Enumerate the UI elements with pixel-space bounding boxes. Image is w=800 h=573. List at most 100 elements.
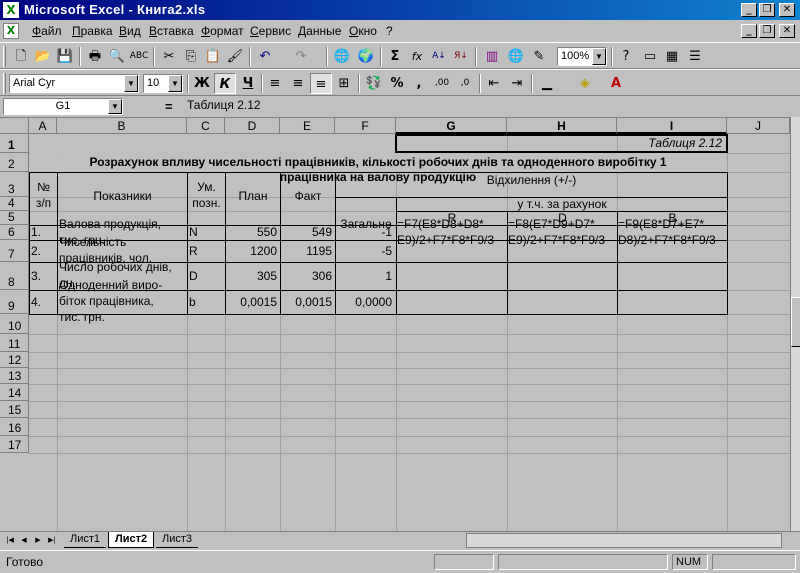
print-icon[interactable]: 🖶 bbox=[84, 46, 106, 67]
align-right-icon[interactable]: ≡ bbox=[310, 73, 332, 94]
decrease-indent-icon[interactable]: ⇤ bbox=[483, 73, 505, 94]
total-value[interactable]: -5 bbox=[336, 244, 392, 259]
table-caption[interactable]: Таблиця 2.12 bbox=[400, 136, 722, 151]
paste-icon[interactable]: 📋 bbox=[202, 46, 224, 67]
sheet-tab-2-active[interactable]: Лист2 bbox=[108, 532, 155, 548]
vertical-scrollbar[interactable] bbox=[790, 117, 800, 531]
autosum-icon[interactable]: Σ bbox=[384, 46, 406, 67]
row-header[interactable]: 3 bbox=[0, 172, 29, 197]
chevron-down-icon[interactable]: ▼ bbox=[124, 75, 138, 92]
table-title-line1[interactable]: Розрахунок впливу чисельності працівникі… bbox=[30, 155, 726, 171]
row-header[interactable]: 17 bbox=[0, 436, 29, 453]
row-header[interactable]: 10 bbox=[0, 314, 29, 334]
plan-value[interactable]: 1200 bbox=[226, 244, 277, 259]
hdr-fact[interactable]: Факт bbox=[281, 189, 335, 204]
fact-value[interactable]: 306 bbox=[281, 269, 332, 284]
function-icon[interactable]: fx bbox=[406, 46, 428, 67]
zoom-select[interactable]: 100% ▼ bbox=[557, 47, 607, 66]
select-all-corner[interactable] bbox=[0, 118, 29, 134]
hdr-including[interactable]: у т.ч. за рахунок bbox=[397, 197, 727, 212]
formula-d[interactable]: =F8(E7*D9+D7* bbox=[508, 217, 617, 233]
total-value[interactable]: 1 bbox=[336, 269, 392, 284]
sheet-tab-1[interactable]: Лист1 bbox=[64, 532, 107, 548]
hdr-deviation[interactable]: Відхилення (+/-) bbox=[336, 173, 727, 188]
sort-descending-icon[interactable]: Я↓ bbox=[450, 46, 472, 67]
formula-d[interactable]: E9)/2+F7*F8*F9/3 bbox=[508, 233, 617, 249]
doc-restore-button[interactable]: ❐ bbox=[759, 24, 775, 38]
format-painter-icon[interactable]: 🖌 bbox=[224, 46, 246, 67]
column-header[interactable]: F bbox=[335, 118, 396, 134]
row-header[interactable]: 14 bbox=[0, 384, 29, 401]
name-box[interactable]: G1 ▼ bbox=[3, 98, 123, 115]
menu-insert[interactable]: Вставка bbox=[149, 24, 194, 38]
hdr-num[interactable]: № bbox=[30, 180, 57, 195]
indicator-name[interactable]: біток працівника, bbox=[59, 294, 186, 310]
symbol[interactable]: b bbox=[189, 295, 224, 310]
column-header[interactable]: J bbox=[727, 118, 790, 134]
indicator-name[interactable]: Число робочих днів, bbox=[59, 260, 186, 276]
menu-format[interactable]: Формат bbox=[201, 24, 244, 38]
bold-button[interactable]: Ж bbox=[191, 73, 213, 94]
font-size-select[interactable]: 10 ▼ bbox=[143, 74, 183, 93]
excel-app-icon[interactable]: X bbox=[3, 2, 19, 18]
hdr-plan[interactable]: План bbox=[226, 189, 280, 204]
first-sheet-icon[interactable]: |◀ bbox=[4, 534, 16, 547]
fact-value[interactable]: 1195 bbox=[281, 244, 332, 259]
column-header[interactable]: A bbox=[29, 118, 57, 134]
row-header[interactable]: 2 bbox=[0, 153, 29, 172]
column-header[interactable]: B bbox=[57, 118, 187, 134]
chevron-down-icon[interactable]: ▼ bbox=[592, 48, 606, 65]
menu-tools[interactable]: Сервис bbox=[250, 24, 291, 38]
toolbar-grip[interactable] bbox=[3, 46, 6, 67]
formula-input[interactable]: Таблиця 2.12 bbox=[183, 98, 797, 115]
italic-button[interactable]: К bbox=[214, 73, 236, 94]
align-center-icon[interactable]: ≡ bbox=[287, 73, 309, 94]
indicator-name[interactable]: тис. грн. bbox=[59, 310, 186, 326]
indicator-name[interactable]: Одноденний виро- bbox=[59, 278, 186, 294]
symbol[interactable]: N bbox=[189, 225, 224, 240]
menu-view[interactable]: Вид bbox=[119, 24, 141, 38]
maximize-button[interactable]: ❐ bbox=[759, 3, 775, 17]
sheet-tab-3[interactable]: Лист3 bbox=[156, 532, 199, 548]
list-icon[interactable]: ☰ bbox=[684, 46, 706, 67]
symbol[interactable]: R bbox=[189, 244, 224, 259]
cut-icon[interactable]: ✂ bbox=[158, 46, 180, 67]
plan-value[interactable]: 305 bbox=[226, 269, 277, 284]
grid-icon[interactable]: ▦ bbox=[661, 46, 683, 67]
toolbar-button-icon[interactable]: ▭ bbox=[639, 46, 661, 67]
column-header[interactable]: G bbox=[396, 118, 507, 134]
save-icon[interactable]: 💾 bbox=[54, 46, 76, 67]
chevron-down-icon[interactable]: ▼ bbox=[108, 99, 122, 114]
equals-button[interactable]: = bbox=[165, 99, 173, 114]
spelling-icon[interactable]: ABC bbox=[128, 46, 150, 67]
minimize-button[interactable]: _ bbox=[741, 3, 757, 17]
row-header[interactable]: 9 bbox=[0, 290, 29, 314]
row-header[interactable]: 1 bbox=[0, 134, 29, 153]
font-color-icon[interactable]: A bbox=[605, 73, 627, 94]
fact-value[interactable]: 549 bbox=[281, 225, 332, 240]
drawing-icon[interactable]: ✎ bbox=[528, 46, 550, 67]
doc-minimize-button[interactable]: _ bbox=[741, 24, 757, 38]
row-header[interactable]: 5 bbox=[0, 210, 29, 225]
borders-icon[interactable]: ▁ bbox=[536, 73, 558, 94]
fill-color-icon[interactable]: ◈ bbox=[574, 73, 596, 94]
align-left-icon[interactable]: ≡ bbox=[264, 73, 286, 94]
column-header[interactable]: E bbox=[280, 118, 335, 134]
horizontal-scrollbar[interactable] bbox=[466, 533, 782, 548]
menu-edit[interactable]: Правка bbox=[72, 24, 113, 38]
chevron-down-icon[interactable]: ▼ bbox=[168, 75, 182, 92]
column-header[interactable]: D bbox=[225, 118, 280, 134]
worksheet-grid[interactable]: A B C D E F G H I J 1 2 3 4 5 6 7 8 9 10 11 12 13 14 15 16 17 Табл… bbox=[0, 117, 790, 531]
hdr-indicators[interactable]: Показники bbox=[58, 189, 187, 204]
row-number[interactable]: 2. bbox=[31, 244, 57, 259]
copy-icon[interactable]: ⎘ bbox=[180, 46, 202, 67]
total-value[interactable]: 0,0000 bbox=[336, 295, 392, 310]
increase-decimal-button[interactable]: ,00 bbox=[431, 73, 453, 94]
menu-data[interactable]: Данные bbox=[298, 24, 341, 38]
column-header[interactable]: I bbox=[617, 118, 727, 134]
currency-icon[interactable]: 💱 bbox=[363, 73, 385, 94]
undo-icon[interactable]: ↶ bbox=[254, 46, 276, 67]
chart-wizard-icon[interactable]: ▥ bbox=[481, 46, 503, 67]
sort-ascending-icon[interactable]: A↓ bbox=[428, 46, 450, 67]
doc-close-button[interactable]: ✕ bbox=[779, 24, 795, 38]
